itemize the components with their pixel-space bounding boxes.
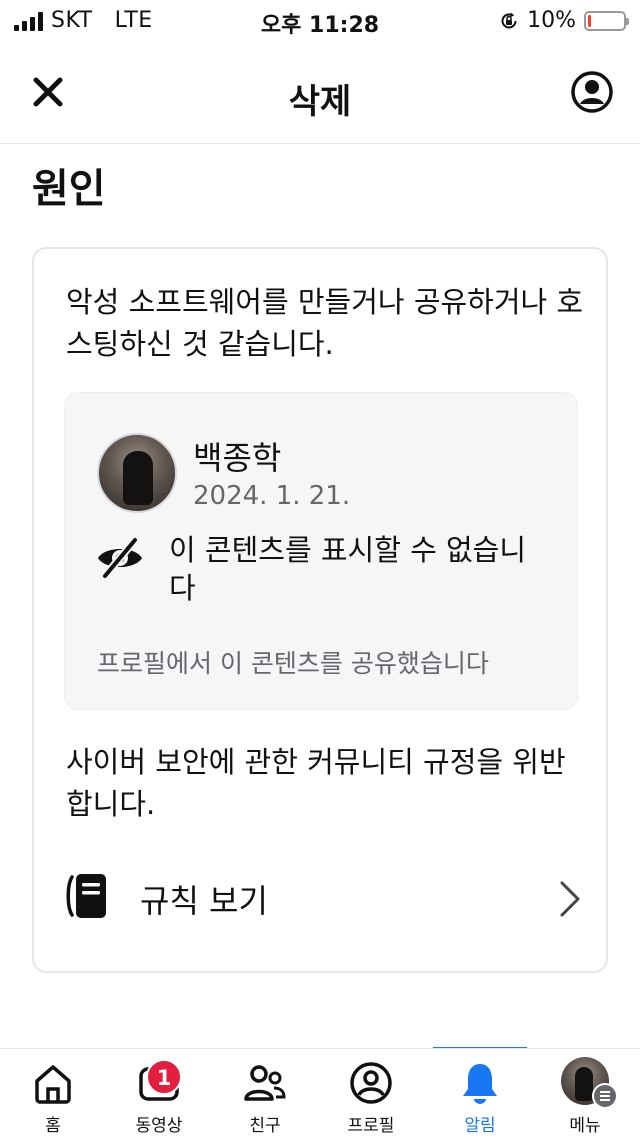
page-title: 삭제 — [288, 82, 352, 122]
hidden-content-message: 이 콘텐츠를 표시할 수 없습니다 — [169, 533, 527, 605]
view-rules-label: 규칙 보기 — [140, 882, 268, 920]
post-date: 2024. 1. 21. — [193, 481, 351, 511]
battery-icon — [584, 10, 629, 31]
post-author: 백종학 — [193, 439, 282, 477]
status-bar: SKT LTE 오후 11:28 10% — [0, 0, 640, 40]
post-preview: 백종학 2024. 1. 21. 이 콘텐츠를 표시할 수 없습니다 프로필에서… — [64, 392, 578, 710]
friends-icon — [244, 1065, 286, 1101]
chevron-right-icon — [560, 881, 580, 917]
section-title: 원인 — [32, 166, 106, 212]
battery-fill — [588, 14, 592, 27]
tab-home[interactable]: 홈 — [0, 1049, 106, 1136]
violation-card: 악성 소프트웨어를 만들거나 공유하거나 호스팅하신 것 같습니다. 백종학 2… — [32, 247, 608, 973]
tab-notifications[interactable]: 알림 — [427, 1049, 533, 1136]
tab-friends[interactable]: 친구 — [212, 1049, 318, 1136]
tab-notifications-label: 알림 — [464, 1116, 496, 1136]
header: 삭제 — [0, 50, 640, 144]
bell-icon — [463, 1064, 497, 1104]
eye-off-icon — [98, 536, 142, 580]
rotation-lock-icon — [501, 12, 517, 28]
tab-home-label: 홈 — [45, 1116, 61, 1136]
policy-text: 사이버 보안에 관한 커뮤니티 규정을 위반합니다. — [66, 745, 566, 821]
shared-note: 프로필에서 이 콘텐츠를 공유했습니다 — [97, 649, 489, 678]
view-rules-link[interactable]: 규칙 보기 — [64, 853, 584, 943]
account-circle-icon[interactable] — [570, 70, 614, 114]
video-notification-badge: 1 — [146, 1059, 182, 1095]
tab-friends-label: 친구 — [249, 1116, 281, 1136]
tab-menu[interactable]: 메뉴 — [532, 1049, 638, 1136]
reason-text: 악성 소프트웨어를 만들거나 공유하거나 호스팅하신 것 같습니다. — [66, 285, 584, 361]
tab-profile-label: 프로필 — [347, 1116, 395, 1136]
tab-profile[interactable]: 프로필 — [318, 1049, 424, 1136]
profile-icon — [350, 1062, 392, 1104]
bottom-tab-bar: 홈 동영상 친구 프로필 알림 메뉴 — [0, 1048, 640, 1136]
menu-lines-icon — [592, 1083, 618, 1109]
tab-menu-label: 메뉴 — [569, 1116, 601, 1136]
battery-percent: 10% — [527, 8, 576, 33]
rulebook-icon — [66, 874, 106, 918]
home-icon — [35, 1065, 71, 1104]
close-icon[interactable] — [28, 72, 68, 112]
status-right: 10% — [499, 8, 629, 33]
author-avatar — [97, 433, 177, 513]
tab-video-label: 동영상 — [135, 1116, 183, 1136]
